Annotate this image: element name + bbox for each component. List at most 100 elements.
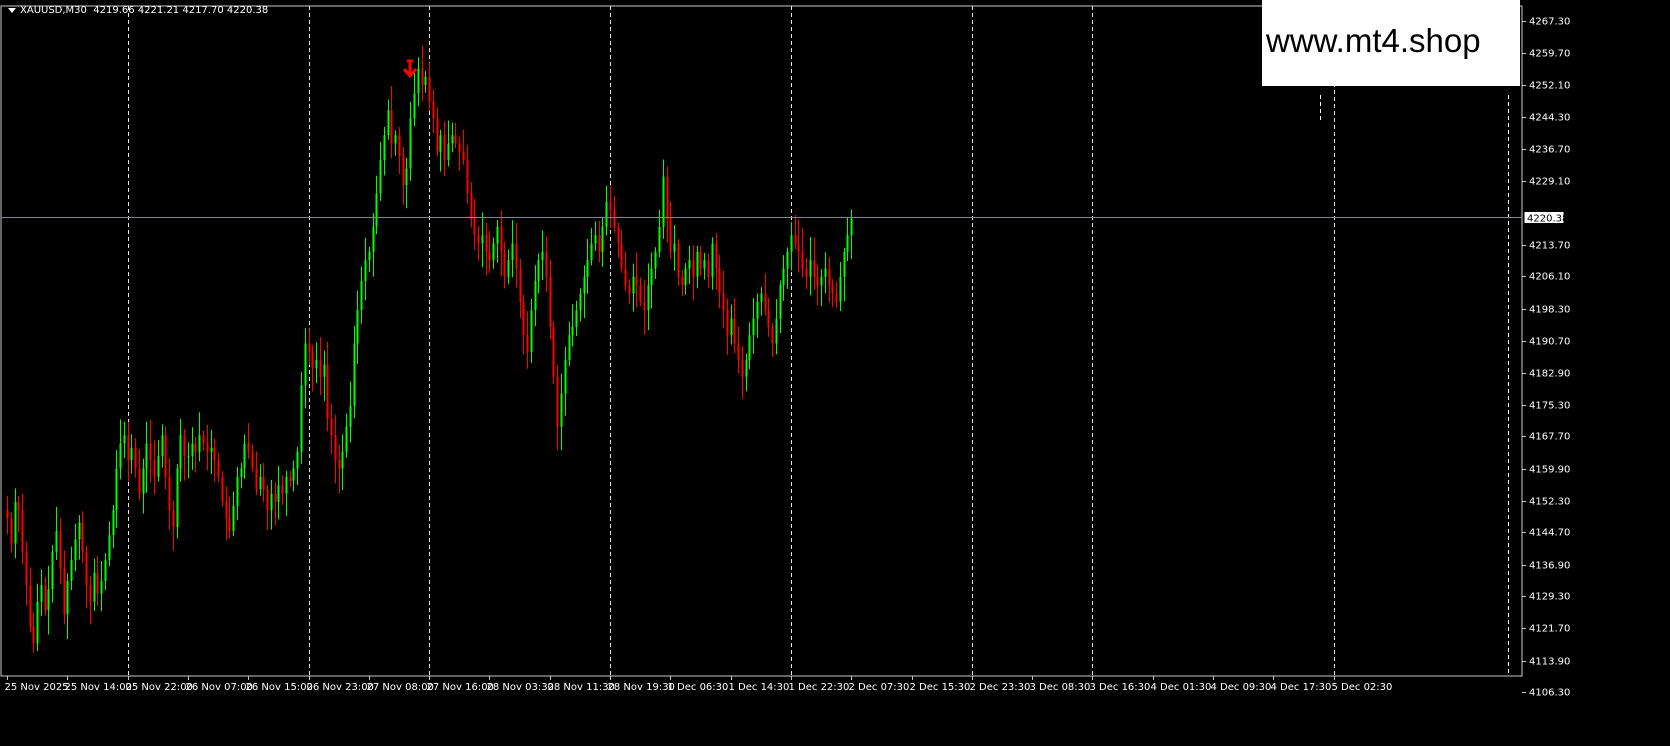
candle-body <box>635 276 638 286</box>
y-tick-label: 4113.90 <box>1529 657 1570 668</box>
candle-body <box>262 476 265 490</box>
candle-body <box>451 135 454 144</box>
candle-body <box>417 68 420 94</box>
candle-body <box>349 406 352 427</box>
candle-body <box>206 443 209 452</box>
candle-body <box>6 510 9 519</box>
y-tick-label: 4252.10 <box>1529 81 1570 92</box>
candle-body <box>843 251 846 277</box>
candle-body <box>741 360 744 377</box>
candle-body <box>647 285 650 311</box>
x-tick-label: 1 Dec 22:30 <box>789 682 850 693</box>
candle-body <box>643 301 646 311</box>
ohlc-label: 4219.66 4221.21 4217.70 4220.38 <box>93 5 269 16</box>
candle-body <box>210 447 213 452</box>
x-tick-label: 1 Dec 14:30 <box>729 682 790 693</box>
y-tick-label: 4159.90 <box>1529 465 1570 476</box>
candle-body <box>198 435 201 452</box>
candle-body <box>364 260 367 281</box>
candle-body <box>368 251 371 261</box>
candle-body <box>379 160 382 194</box>
candle-body <box>387 110 390 136</box>
y-tick-label: 4144.70 <box>1529 528 1570 539</box>
candle-body <box>40 585 43 602</box>
x-tick-label: 25 Nov 14:00 <box>65 682 132 693</box>
candle-body <box>315 360 318 369</box>
candle-body <box>485 235 488 252</box>
candle-body <box>752 318 755 336</box>
candle-body <box>590 243 593 261</box>
candle-body <box>775 318 778 344</box>
x-tick-label: 26 Nov 07:00 <box>186 682 253 693</box>
watermark-text: www.mt4.shop <box>1266 22 1481 59</box>
candle-body <box>545 251 548 277</box>
candle-body <box>846 235 849 252</box>
candle-body <box>447 143 450 161</box>
candle-body <box>718 268 721 294</box>
y-tick-label: 4152.30 <box>1529 497 1570 508</box>
candle-body <box>194 443 197 452</box>
x-tick-label: 28 Nov 11:30 <box>548 682 615 693</box>
candle-body <box>311 351 314 369</box>
candle-body <box>492 243 495 261</box>
candle-body <box>236 476 239 506</box>
candle-body <box>809 260 812 277</box>
candle-body <box>225 501 228 519</box>
candle-body <box>341 451 344 469</box>
candle-body <box>63 568 66 615</box>
chart-header: XAUUSD,M30 4219.66 4221.21 4217.70 4220.… <box>8 5 268 16</box>
candle-body <box>398 135 401 156</box>
candle-body <box>477 235 480 244</box>
candle-body <box>692 260 695 277</box>
candle-body <box>51 551 54 590</box>
candle-body <box>59 531 62 569</box>
candle-body <box>756 301 759 319</box>
y-tick-label: 4129.30 <box>1529 592 1570 603</box>
symbol-dropdown-icon[interactable] <box>8 7 16 13</box>
candle-body <box>503 251 506 277</box>
candle-body <box>496 226 499 244</box>
candle-body <box>805 268 808 277</box>
candle-body <box>432 101 435 119</box>
candle-body <box>673 243 676 252</box>
plot-frame <box>0 5 1523 677</box>
x-tick-label: 4 Dec 09:30 <box>1211 682 1272 693</box>
candle-body <box>32 626 35 644</box>
x-tick-label: 28 Nov 03:30 <box>487 682 554 693</box>
candle-body <box>78 522 81 540</box>
candle-body <box>586 260 589 277</box>
candle-body <box>443 135 446 161</box>
candle-body <box>620 243 623 269</box>
candle-body <box>134 447 137 469</box>
x-tick-label: 3 Dec 08:30 <box>1030 682 1091 693</box>
candle-body <box>639 285 642 302</box>
candle-body <box>300 385 303 452</box>
candle-body <box>70 560 73 581</box>
candle-body <box>526 335 529 352</box>
candle-body <box>515 243 518 269</box>
candle-body <box>247 443 250 452</box>
x-tick-label: 1 Dec 06:30 <box>668 682 729 693</box>
candle-body <box>55 531 58 552</box>
candle-body <box>605 201 608 227</box>
candle-body <box>767 310 770 327</box>
y-tick-label: 4175.30 <box>1529 401 1570 412</box>
candle-body <box>658 226 661 252</box>
candle-body <box>138 468 141 494</box>
y-tick-label: 4229.10 <box>1529 177 1570 188</box>
candle-body <box>183 435 186 456</box>
x-tick-label: 25 Nov 22:00 <box>126 682 193 693</box>
candle-body <box>436 118 439 152</box>
candle-body <box>628 285 631 294</box>
candle-body <box>458 143 461 152</box>
candle-body <box>624 268 627 286</box>
chart-area[interactable]: 4267.30 4259.70 4252.10 4244.30 4236.70 4229.… <box>0 0 1670 746</box>
candle-body <box>473 218 476 236</box>
candle-body <box>228 518 231 531</box>
candle-body <box>221 476 224 502</box>
candle-body <box>372 226 375 252</box>
y-tick-label: 4236.70 <box>1529 145 1570 156</box>
x-tick-label: 2 Dec 23:30 <box>970 682 1031 693</box>
candle-body <box>745 360 748 377</box>
candle-body <box>801 251 804 269</box>
